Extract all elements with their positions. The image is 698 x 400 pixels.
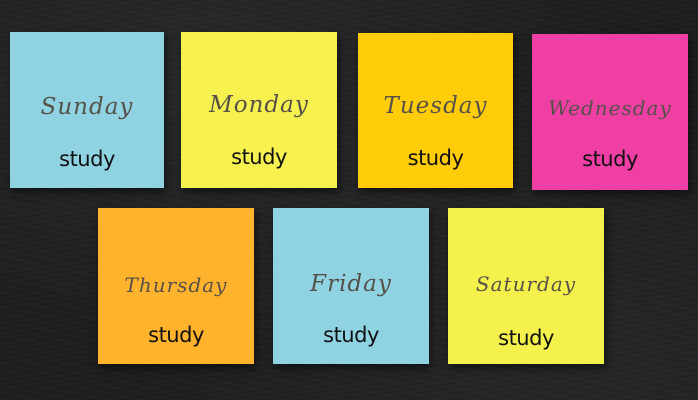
task-label-monday: study: [231, 145, 287, 169]
sticky-note-tuesday: Tuesday study: [358, 33, 513, 188]
task-label-wednesday: study: [582, 147, 638, 171]
task-label-sunday: study: [59, 147, 115, 171]
day-label-wednesday: Wednesday: [548, 96, 672, 120]
sticky-note-friday: Friday study: [273, 208, 429, 364]
sticky-note-thursday: Thursday study: [98, 208, 254, 364]
day-label-tuesday: Tuesday: [383, 93, 488, 119]
day-label-friday: Friday: [310, 271, 392, 297]
day-label-saturday: Saturday: [475, 272, 577, 296]
sticky-note-sunday: Sunday study: [10, 32, 164, 188]
sticky-note-saturday: Saturday study: [448, 208, 604, 364]
day-label-monday: Monday: [209, 92, 309, 118]
task-label-tuesday: study: [407, 146, 464, 170]
task-label-friday: study: [323, 323, 379, 347]
day-label-thursday: Thursday: [124, 273, 228, 297]
sticky-note-monday: Monday study: [181, 32, 337, 188]
day-label-sunday: Sunday: [40, 94, 134, 120]
task-label-thursday: study: [148, 323, 204, 347]
task-label-saturday: study: [498, 326, 554, 350]
sticky-note-wednesday: Wednesday study: [532, 34, 688, 190]
